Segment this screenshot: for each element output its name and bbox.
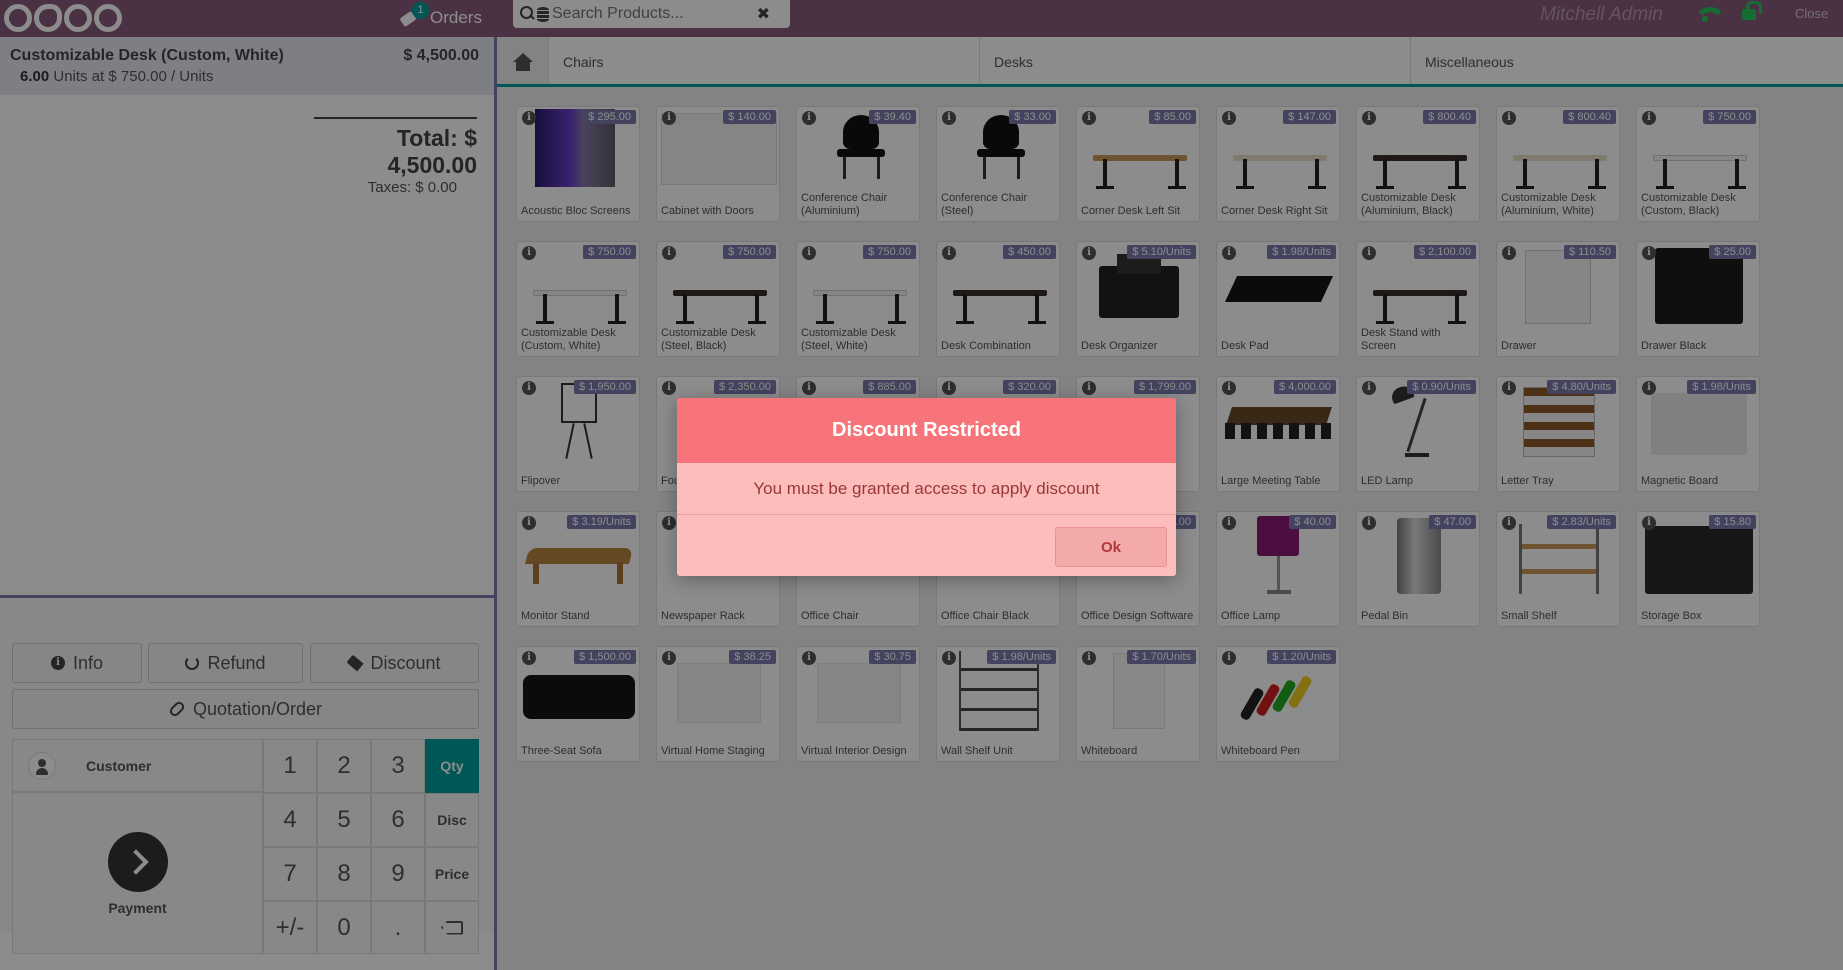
dialog-body: You must be granted access to apply disc… [677,463,1176,515]
dialog-title: Discount Restricted [677,398,1176,463]
discount-restricted-dialog: Discount Restricted You must be granted … [677,398,1176,576]
dialog-ok-button[interactable]: Ok [1055,527,1167,567]
